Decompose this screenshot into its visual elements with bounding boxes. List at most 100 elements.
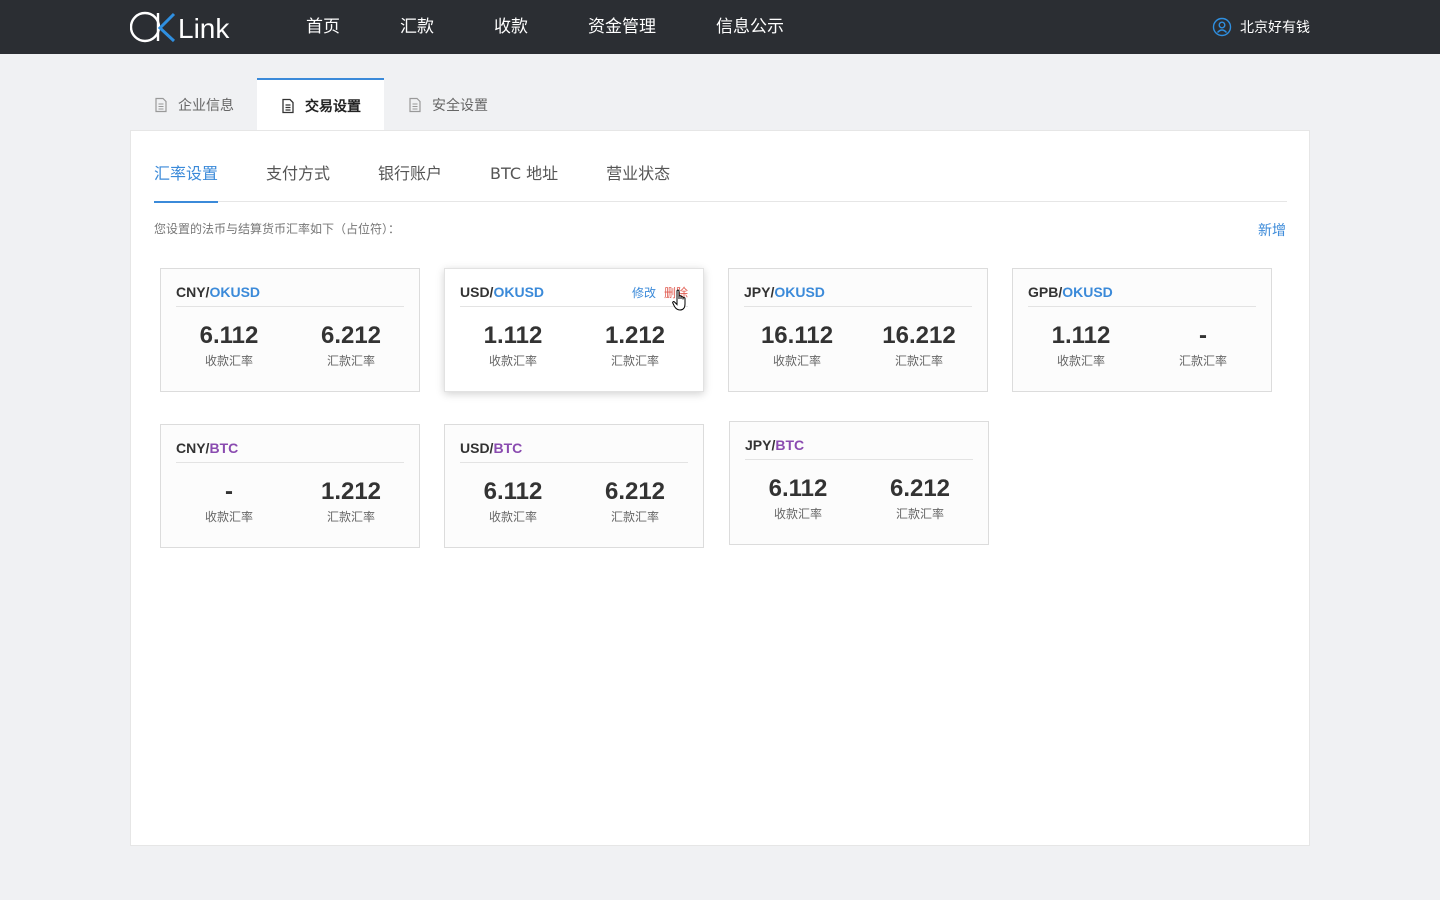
receive-rate-value: 1.112 bbox=[1051, 322, 1111, 349]
subtab-bank-account[interactable]: 银行账户 bbox=[378, 131, 442, 202]
subtab-exchange-rate[interactable]: 汇率设置 bbox=[154, 131, 219, 203]
remit-rate: 1.212 汇款汇率 bbox=[574, 321, 696, 369]
tab-label: 交易设置 bbox=[305, 99, 361, 115]
card-title: USD/BTC bbox=[460, 440, 688, 463]
hand-cursor-icon bbox=[672, 289, 686, 311]
card-title: JPY/OKUSD bbox=[744, 284, 972, 307]
remit-rate: 6.212 汇款汇率 bbox=[574, 477, 696, 525]
document-icon bbox=[282, 98, 294, 114]
top-navigation-bar: Link 首页 汇款 收款 资金管理 信息公示 北京好有钱 bbox=[0, 0, 1440, 54]
remit-rate-value: 1.212 bbox=[604, 322, 666, 349]
tab-security-settings[interactable]: 安全设置 bbox=[384, 78, 511, 131]
card-title: CNY/OKUSD bbox=[176, 284, 404, 307]
nav-item-receive[interactable]: 收款 bbox=[478, 0, 544, 54]
receive-rate-label: 收款汇率 bbox=[204, 510, 253, 524]
remit-rate-label: 汇款汇率 bbox=[326, 510, 375, 524]
receive-rate: 16.112 收款汇率 bbox=[736, 321, 858, 369]
rate-card-usd-btc[interactable]: USD/BTC 6.112 收款汇率 6.212 汇款汇率 bbox=[444, 424, 704, 548]
receive-rate: - 收款汇率 bbox=[168, 477, 290, 525]
sub-tabs: 汇率设置 支付方式 银行账户 BTC 地址 营业状态 bbox=[154, 131, 1287, 203]
pair-base: USD/ bbox=[460, 284, 494, 300]
settings-tabs: 企业信息 交易设置 安全设置 bbox=[130, 78, 511, 132]
remit-rate-value: - bbox=[1199, 322, 1207, 349]
receive-rate-label: 收款汇率 bbox=[488, 354, 537, 368]
nav-item-remit[interactable]: 汇款 bbox=[384, 0, 450, 54]
pair-quote: OKUSD bbox=[1062, 284, 1113, 300]
user-name: 北京好有钱 bbox=[1240, 20, 1310, 36]
receive-rate-value: 1.112 bbox=[483, 322, 543, 349]
rate-card-usd-okusd[interactable]: USD/OKUSD 修改 删除 1.112 收款汇率 1.212 汇款汇率 bbox=[444, 268, 704, 392]
card-title: GPB/OKUSD bbox=[1028, 284, 1256, 307]
remit-rate: - 汇款汇率 bbox=[1142, 321, 1264, 369]
pair-base: GPB/ bbox=[1028, 284, 1063, 300]
pair-quote: OKUSD bbox=[774, 284, 825, 300]
remit-rate-label: 汇款汇率 bbox=[895, 507, 944, 521]
receive-rate-label: 收款汇率 bbox=[773, 507, 822, 521]
rates-description: 您设置的法币与结算货币汇率如下（占位符）： bbox=[154, 222, 401, 236]
receive-rate-label: 收款汇率 bbox=[204, 354, 253, 368]
subtab-payment-method[interactable]: 支付方式 bbox=[266, 131, 330, 202]
remit-rate: 6.212 汇款汇率 bbox=[859, 474, 981, 522]
pair-base: USD/ bbox=[460, 440, 494, 456]
subtab-btc-address[interactable]: BTC 地址 bbox=[490, 131, 558, 202]
receive-rate-value: 16.112 bbox=[760, 322, 834, 349]
rate-card-cny-btc[interactable]: CNY/BTC - 收款汇率 1.212 汇款汇率 bbox=[160, 424, 420, 548]
card-title: USD/OKUSD 修改 删除 bbox=[460, 284, 688, 307]
remit-rate-value: 1.212 bbox=[320, 478, 382, 505]
tab-label: 安全设置 bbox=[432, 97, 488, 114]
nav-item-info[interactable]: 信息公示 bbox=[700, 0, 800, 54]
card-title: JPY/BTC bbox=[745, 437, 973, 460]
tab-label: 企业信息 bbox=[178, 97, 234, 114]
add-rate-link[interactable]: 新增 bbox=[1258, 220, 1286, 240]
receive-rate: 1.112 收款汇率 bbox=[452, 321, 574, 369]
remit-rate-label: 汇款汇率 bbox=[610, 354, 659, 368]
pair-base: CNY/ bbox=[176, 440, 210, 456]
receive-rate: 6.112 收款汇率 bbox=[737, 474, 859, 522]
receive-rate-label: 收款汇率 bbox=[1056, 354, 1105, 368]
pair-quote: BTC bbox=[209, 440, 239, 456]
remit-rate-value: 6.212 bbox=[889, 475, 951, 502]
pair-quote: BTC bbox=[775, 437, 805, 453]
receive-rate-label: 收款汇率 bbox=[772, 354, 821, 368]
logo-mark: Link bbox=[130, 11, 230, 44]
oklink-logo[interactable]: Link bbox=[130, 8, 246, 46]
nav-item-funds[interactable]: 资金管理 bbox=[572, 0, 672, 54]
edit-link[interactable]: 修改 bbox=[632, 286, 656, 300]
rate-card-jpy-btc[interactable]: JPY/BTC 6.112 收款汇率 6.212 汇款汇率 bbox=[729, 421, 989, 545]
receive-rate-label: 收款汇率 bbox=[488, 510, 537, 524]
card-title: CNY/BTC bbox=[176, 440, 404, 463]
receive-rate-value: 6.112 bbox=[768, 475, 828, 502]
user-menu[interactable]: 北京好有钱 bbox=[1212, 0, 1310, 54]
pair-base: JPY/ bbox=[745, 437, 776, 453]
remit-rate-label: 汇款汇率 bbox=[610, 510, 659, 524]
remit-rate-label: 汇款汇率 bbox=[326, 354, 375, 368]
rate-card-cny-okusd[interactable]: CNY/OKUSD 6.112 收款汇率 6.212 汇款汇率 bbox=[160, 268, 420, 392]
tab-company-info[interactable]: 企业信息 bbox=[130, 78, 257, 131]
document-icon bbox=[409, 97, 421, 112]
subtab-business-status[interactable]: 营业状态 bbox=[606, 131, 670, 202]
remit-rate: 6.212 汇款汇率 bbox=[290, 321, 412, 369]
receive-rate: 6.112 收款汇率 bbox=[452, 477, 574, 525]
main-nav: 首页 汇款 收款 资金管理 信息公示 bbox=[290, 0, 828, 54]
remit-rate-value: 16.212 bbox=[882, 322, 956, 349]
receive-rate-value: 6.112 bbox=[483, 478, 543, 505]
remit-rate-label: 汇款汇率 bbox=[1178, 354, 1227, 368]
remit-rate-value: 6.212 bbox=[604, 478, 666, 505]
nav-item-home[interactable]: 首页 bbox=[290, 0, 356, 54]
pair-quote: OKUSD bbox=[493, 284, 545, 300]
tab-trade-settings[interactable]: 交易设置 bbox=[257, 78, 384, 132]
document-icon bbox=[155, 97, 167, 112]
remit-rate-value: 6.212 bbox=[320, 322, 382, 349]
receive-rate-value: 6.112 bbox=[199, 322, 259, 349]
rate-card-gpb-okusd[interactable]: GPB/OKUSD 1.112 收款汇率 - 汇款汇率 bbox=[1012, 268, 1272, 392]
receive-rate: 6.112 收款汇率 bbox=[168, 321, 290, 369]
rate-card-jpy-okusd[interactable]: JPY/OKUSD 16.112 收款汇率 16.212 汇款汇率 bbox=[728, 268, 988, 392]
remit-rate: 16.212 汇款汇率 bbox=[858, 321, 980, 369]
pair-base: CNY/ bbox=[176, 284, 210, 300]
trade-settings-panel: 汇率设置 支付方式 银行账户 BTC 地址 营业状态 您设置的法币与结算货币汇率… bbox=[130, 130, 1310, 846]
remit-rate-label: 汇款汇率 bbox=[894, 354, 943, 368]
pair-base: JPY/ bbox=[744, 284, 775, 300]
pair-quote: BTC bbox=[493, 440, 523, 456]
pair-quote: OKUSD bbox=[209, 284, 261, 300]
remit-rate: 1.212 汇款汇率 bbox=[290, 477, 412, 525]
